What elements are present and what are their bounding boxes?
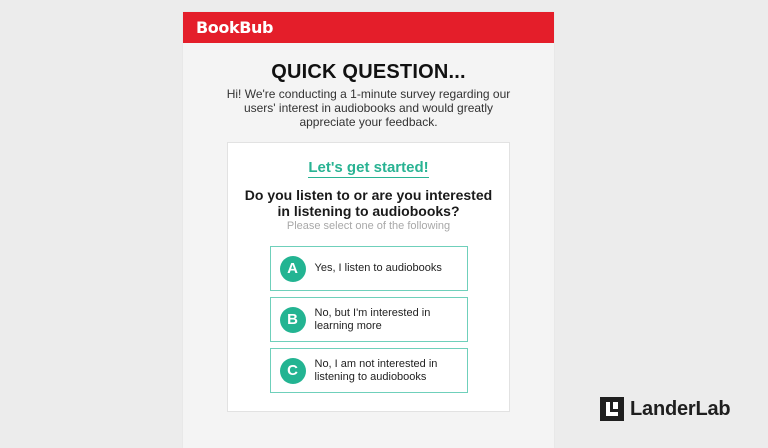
- survey-panel: BookBub QUICK QUESTION... Hi! We're cond…: [183, 12, 554, 448]
- survey-question: Do you listen to or are you interested i…: [244, 187, 493, 219]
- question-card: Let's get started! Do you listen to or a…: [227, 142, 510, 412]
- option-label: No, I am not interested in listening to …: [314, 357, 438, 383]
- select-hint: Please select one of the following: [286, 220, 451, 232]
- option-label: No, but I'm interested in learning more: [314, 306, 431, 332]
- answer-option-a[interactable]: A Yes, I listen to audiobooks: [269, 246, 468, 291]
- option-letter-badge: B: [279, 306, 306, 333]
- landerlab-wordmark: LanderLab: [630, 397, 731, 420]
- landerlab-logo: LanderLab: [600, 397, 731, 421]
- page-title: QUICK QUESTION...: [271, 61, 466, 83]
- brand-logo: BookBub: [196, 18, 274, 37]
- brand-header-bar: BookBub: [183, 12, 554, 43]
- get-started-heading: Let's get started!: [228, 159, 509, 178]
- get-started-label: Let's get started!: [308, 159, 429, 178]
- intro-text: Hi! We're conducting a 1-minute survey r…: [226, 87, 511, 129]
- option-letter-badge: A: [279, 255, 306, 282]
- answer-option-b[interactable]: B No, but I'm interested in learning mor…: [269, 297, 468, 342]
- landerlab-mark-icon: [600, 397, 624, 421]
- option-letter-badge: C: [279, 357, 306, 384]
- answer-option-c[interactable]: C No, I am not interested in listening t…: [269, 348, 468, 393]
- answer-options: A Yes, I listen to audiobooks B No, but …: [228, 246, 509, 393]
- option-label: Yes, I listen to audiobooks: [314, 262, 442, 274]
